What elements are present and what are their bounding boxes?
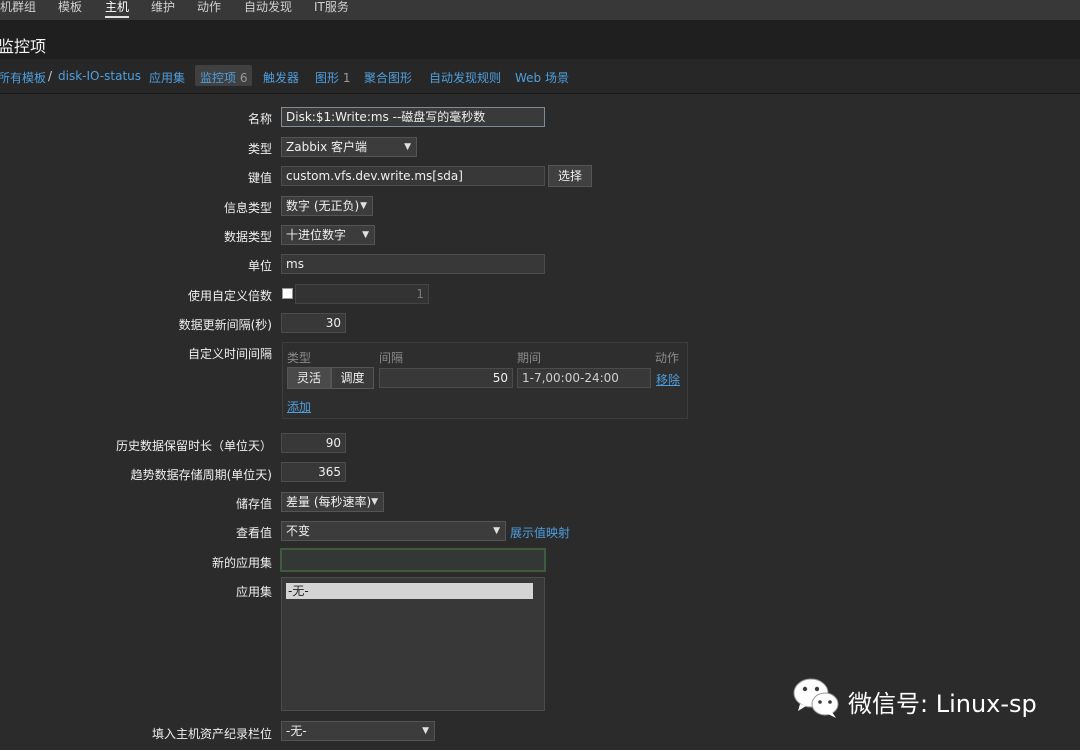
- col-period-header: 期间: [517, 351, 542, 365]
- key-input[interactable]: custom.vfs.dev.write.ms[sda]: [281, 166, 545, 186]
- interval-input[interactable]: 30: [281, 313, 346, 333]
- active-nav-underline: [105, 16, 129, 18]
- history-input[interactable]: 90: [281, 433, 346, 453]
- inventory-select[interactable]: -无- ▼: [281, 721, 435, 741]
- type-select-value: Zabbix 客户端: [286, 140, 368, 154]
- breadcrumb: 所有模板 / disk-IO-status 应用集 监控项 6 触发器 图形 1…: [0, 59, 1080, 94]
- nav-maintenance[interactable]: 维护: [151, 0, 175, 18]
- tab-graphs-count: 1: [342, 71, 351, 85]
- chevron-down-icon: ▼: [360, 201, 367, 211]
- type-select[interactable]: Zabbix 客户端 ▼: [281, 137, 417, 157]
- new-application-label: 新的应用集: [211, 556, 272, 570]
- custom-intervals-label: 自定义时间间隔: [187, 347, 272, 361]
- chevron-down-icon: ▼: [404, 142, 411, 152]
- add-interval-link[interactable]: 添加: [287, 398, 311, 415]
- tab-graphs-label: 图形: [315, 71, 340, 85]
- col-action-header: 动作: [655, 351, 680, 365]
- multiplier-input[interactable]: 1: [295, 284, 429, 304]
- watermark-text: 微信号: Linux-sp: [848, 690, 1037, 718]
- chevron-down-icon: ▼: [493, 526, 500, 536]
- nav-actions[interactable]: 动作: [197, 0, 221, 18]
- breadcrumb-all-templates[interactable]: 所有模板: [0, 69, 46, 86]
- trends-label: 趋势数据存储周期(单位天): [130, 468, 272, 482]
- tab-graphs[interactable]: 图形 1: [315, 69, 350, 86]
- show-value-label: 查看值: [235, 526, 272, 540]
- data-type-value: 十进位数字: [286, 228, 347, 242]
- applications-label: 应用集: [235, 585, 272, 599]
- key-label: 键值: [247, 171, 272, 185]
- tab-triggers[interactable]: 触发器: [263, 69, 299, 86]
- inventory-label: 填入主机资产纪录栏位: [151, 727, 272, 741]
- custom-interval-input[interactable]: 50: [379, 368, 513, 388]
- multiplier-label: 使用自定义倍数: [187, 289, 272, 303]
- chevron-down-icon: ▼: [422, 726, 429, 736]
- custom-intervals-table: 类型 间隔 期间 动作 灵活 调度 50 1-7,00:00-24:00 移除 …: [282, 342, 688, 419]
- info-type-value: 数字 (无正负): [286, 199, 360, 213]
- info-type-label: 信息类型: [223, 201, 272, 215]
- page-title: 监控项: [0, 37, 47, 56]
- multiplier-checkbox[interactable]: [282, 288, 293, 299]
- breadcrumb-separator: /: [48, 69, 53, 83]
- name-label: 名称: [247, 112, 272, 126]
- applications-listbox[interactable]: -无-: [281, 577, 545, 711]
- type-label: 类型: [247, 142, 272, 156]
- inventory-value: -无-: [286, 724, 307, 738]
- chevron-down-icon: ▼: [362, 230, 369, 240]
- show-value-value: 不变: [286, 524, 311, 538]
- col-type-header: 类型: [287, 351, 312, 365]
- store-value-label: 储存值: [235, 497, 272, 511]
- value-mapping-link[interactable]: 展示值映射: [510, 524, 570, 541]
- chevron-down-icon: ▼: [371, 497, 378, 507]
- nav-host-groups[interactable]: 机群组: [0, 0, 36, 18]
- scheduling-toggle[interactable]: 调度: [331, 367, 374, 389]
- info-type-select[interactable]: 数字 (无正负) ▼: [281, 196, 373, 216]
- name-input[interactable]: Disk:$1:Write:ms --磁盘写的毫秒数: [281, 107, 545, 127]
- remove-interval-link[interactable]: 移除: [656, 371, 680, 388]
- trends-input[interactable]: 365: [281, 462, 346, 482]
- tab-web-scenarios[interactable]: Web 场景: [515, 69, 569, 86]
- nav-templates[interactable]: 模板: [58, 0, 82, 18]
- new-application-input[interactable]: [280, 548, 546, 572]
- interval-label: 数据更新间隔(秒): [178, 318, 272, 332]
- top-navigation: 机群组 模板 主机 维护 动作 自动发现 IT服务: [0, 0, 1080, 21]
- tab-items[interactable]: 监控项 6: [200, 69, 247, 86]
- nav-it-services[interactable]: IT服务: [314, 0, 349, 18]
- wechat-icon: [793, 678, 839, 718]
- history-label: 历史数据保留时长（单位天）: [115, 439, 272, 453]
- col-interval-header: 间隔: [379, 351, 404, 365]
- show-value-select[interactable]: 不变 ▼: [281, 521, 506, 541]
- key-select-button[interactable]: 选择: [548, 165, 592, 187]
- custom-period-input[interactable]: 1-7,00:00-24:00: [517, 368, 651, 388]
- units-input[interactable]: ms: [281, 254, 545, 274]
- store-value-select[interactable]: 差量 (每秒速率) ▼: [281, 492, 384, 512]
- breadcrumb-template[interactable]: disk-IO-status: [58, 69, 141, 83]
- tab-items-count: 6: [239, 71, 248, 85]
- tab-items-label: 监控项: [200, 71, 237, 85]
- data-type-select[interactable]: 十进位数字 ▼: [281, 225, 375, 245]
- tab-screens[interactable]: 聚合图形: [364, 69, 412, 86]
- units-label: 单位: [247, 259, 272, 273]
- nav-discovery[interactable]: 自动发现: [244, 0, 292, 18]
- store-value-value: 差量 (每秒速率): [286, 495, 372, 509]
- page-header: 监控项: [0, 21, 1080, 59]
- tab-applications[interactable]: 应用集: [149, 69, 185, 86]
- applications-option[interactable]: -无-: [286, 583, 533, 599]
- data-type-label: 数据类型: [223, 230, 272, 244]
- flexible-toggle[interactable]: 灵活: [287, 367, 331, 389]
- tab-discovery-rules[interactable]: 自动发现规则: [429, 69, 501, 86]
